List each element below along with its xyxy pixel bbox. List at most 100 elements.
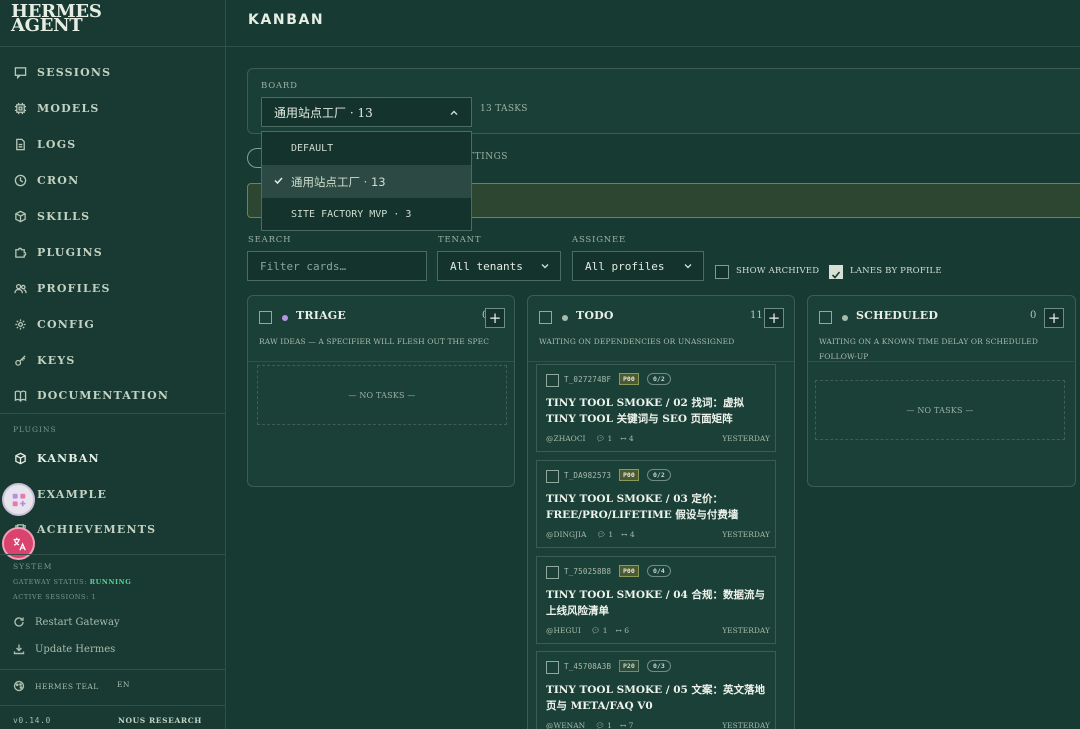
lanes-by-profile-checkbox[interactable] (829, 265, 843, 279)
chevron-down-icon (540, 261, 550, 274)
sidebar-item-label: KEYS (37, 353, 76, 367)
task-card[interactable]: T_45708A3B P20 0/3 TINY TOOL SMOKE / 05 … (536, 651, 776, 729)
chip-icon (13, 101, 27, 115)
book-icon (13, 388, 27, 402)
add-task-button[interactable]: + (485, 308, 505, 328)
lanes-by-profile-label: LANES BY PROFILE (850, 266, 942, 276)
sidebar-item-keys[interactable]: KEYS (0, 343, 226, 377)
palette-icon (13, 680, 25, 692)
task-meta: @ZHAOCI 💬︎ 1 ↔ 4 YESTERDAY (546, 434, 770, 443)
sidebar-item-cron[interactable]: CRON (0, 163, 226, 197)
task-card[interactable]: T_750258B8 P00 0/4 TINY TOOL SMOKE / 04 … (536, 556, 776, 644)
column-count: 11 (750, 310, 763, 321)
priority-badge: P00 (619, 373, 639, 385)
column-count: 0 (1030, 310, 1037, 321)
puzzle-icon (13, 245, 27, 259)
add-task-button[interactable]: + (764, 308, 784, 328)
show-archived-label: SHOW ARCHIVED (736, 266, 820, 276)
sidebar-item-label: EXAMPLE (37, 487, 108, 501)
search-label: SEARCH (248, 235, 292, 245)
board-select-value: 通用站点工厂 · 13 (274, 105, 373, 120)
gateway-status: GATEWAY STATUS: RUNNING (13, 578, 132, 586)
task-id: T_750258B8 (564, 567, 612, 576)
apps-icon (12, 493, 26, 506)
column-title: TODO (576, 309, 614, 322)
cube-icon (13, 209, 27, 223)
chevron-down-icon (683, 261, 693, 274)
gateway-status-value: RUNNING (89, 578, 132, 586)
status-dot (282, 315, 288, 321)
restart-gateway-button[interactable]: Restart Gateway (13, 616, 120, 628)
task-card[interactable]: T_DA982573 P00 0/2 TINY TOOL SMOKE / 03 … (536, 460, 776, 548)
sidebar: HERMES AGENT SESSIONS MODELS LOGS CRON S… (0, 0, 226, 729)
sidebar-item-profiles[interactable]: PROFILES (0, 271, 226, 305)
brand-logo[interactable]: HERMES AGENT (11, 3, 102, 35)
task-card[interactable]: T_027274BF P00 0/2 TINY TOOL SMOKE / 02 … (536, 364, 776, 452)
sidebar-item-documentation[interactable]: DOCUMENTATION (0, 378, 226, 412)
board-option-site-factory[interactable]: SITE FACTORY MVP · 3 (262, 198, 471, 231)
cube-icon (13, 451, 27, 465)
priority-badge: P00 (619, 469, 639, 481)
comment-icon: 💬︎ (596, 530, 606, 539)
task-title: TINY TOOL SMOKE / 02 找词：虚拟 TINY TOOL 关键词… (546, 397, 745, 425)
chevron-up-icon (449, 107, 459, 121)
check-icon (831, 271, 841, 279)
assignee-select[interactable]: All profiles (572, 251, 704, 281)
key-icon (13, 353, 27, 367)
column-subtitle: WAITING ON A KNOWN TIME DELAY OR SCHEDUL… (819, 337, 1038, 361)
task-meta: @HEGUI 💬︎ 1 ↔ 6 YESTERDAY (546, 626, 770, 635)
card-select-checkbox[interactable] (546, 661, 559, 674)
column-title: SCHEDULED (856, 309, 939, 322)
card-select-checkbox[interactable] (546, 566, 559, 579)
task-meta: @DINGJIA 💬︎ 1 ↔ 4 YESTERDAY (546, 530, 770, 539)
timestamp: YESTERDAY (722, 434, 770, 443)
sidebar-item-label: SESSIONS (37, 65, 112, 79)
board-option-default[interactable]: DEFAULT (262, 132, 471, 165)
column-select-checkbox[interactable] (819, 311, 832, 324)
card-select-checkbox[interactable] (546, 374, 559, 387)
sidebar-item-kanban[interactable]: KANBAN (0, 441, 226, 475)
sidebar-item-plugins[interactable]: PLUGINS (0, 235, 226, 269)
progress-badge: 0/2 (647, 469, 671, 481)
apps-float-button[interactable] (2, 483, 35, 516)
comment-icon: 💬︎ (590, 626, 601, 635)
board-select[interactable]: 通用站点工厂 · 13 (261, 97, 472, 127)
sidebar-item-label: DOCUMENTATION (37, 388, 170, 402)
assignee: @ZHAOCI (546, 434, 586, 443)
sidebar-item-models[interactable]: MODELS (0, 91, 226, 125)
task-id: T_027274BF (564, 375, 612, 384)
tenant-label: TENANT (438, 235, 482, 245)
priority-badge: P20 (619, 660, 639, 672)
sidebar-item-label: CONFIG (37, 317, 95, 331)
sidebar-item-label: LOGS (37, 137, 77, 151)
board-settings-link[interactable]: TTINGS (468, 152, 508, 162)
download-icon (13, 644, 25, 655)
page-title: KANBAN (248, 12, 325, 28)
sidebar-item-label: PLUGINS (37, 245, 103, 259)
translate-float-button[interactable] (2, 527, 35, 560)
task-title: TINY TOOL SMOKE / 05 文案：英文落地页与 META/FAQ … (546, 684, 766, 712)
refresh-icon (14, 617, 24, 627)
search-input[interactable]: Filter cards… (247, 251, 427, 281)
column-select-checkbox[interactable] (539, 311, 552, 324)
add-task-button[interactable]: + (1044, 308, 1064, 328)
board-label: BOARD (261, 81, 298, 91)
sidebar-item-logs[interactable]: LOGS (0, 127, 226, 161)
sidebar-item-label: CRON (37, 173, 80, 187)
tenant-select[interactable]: All tenants (437, 251, 561, 281)
sidebar-item-sessions[interactable]: SESSIONS (0, 55, 226, 89)
vendor-label: NOUS RESEARCH (118, 716, 202, 725)
clock-icon (13, 173, 27, 187)
language-switcher[interactable]: EN (117, 680, 130, 689)
update-hermes-button[interactable]: Update Hermes (13, 643, 115, 655)
board-option-selected[interactable]: 通用站点工厂 · 13 (262, 165, 471, 198)
theme-switcher[interactable]: HERMES TEAL (13, 680, 99, 692)
card-select-checkbox[interactable] (546, 470, 559, 483)
column-todo: TODO 11 + WAITING ON DEPENDENCIES OR UNA… (527, 295, 795, 729)
column-select-checkbox[interactable] (259, 311, 272, 324)
sidebar-item-label: ACHIEVEMENTS (37, 522, 157, 536)
show-archived-checkbox[interactable] (715, 265, 729, 279)
sidebar-item-config[interactable]: CONFIG (0, 307, 226, 341)
sidebar-item-skills[interactable]: SKILLS (0, 199, 226, 233)
status-dot (842, 315, 848, 321)
